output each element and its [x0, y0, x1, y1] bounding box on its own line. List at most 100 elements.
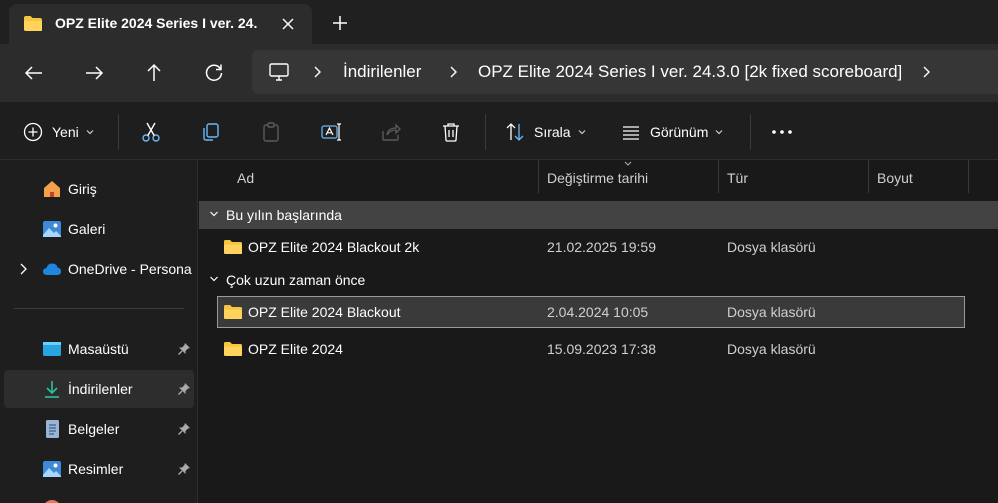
sort-chevron-icon	[623, 160, 633, 168]
sidebar-item-partial[interactable]	[4, 490, 194, 503]
sidebar-item-downloads[interactable]: İndirilenler	[4, 370, 194, 408]
column-header-type[interactable]: Tür	[719, 160, 869, 194]
cloud-icon	[42, 259, 62, 279]
column-header-date[interactable]: Değiştirme tarihi	[539, 160, 719, 194]
cut-button[interactable]	[140, 120, 162, 144]
new-tab-icon[interactable]	[329, 12, 351, 34]
sidebar-item-gallery[interactable]: Galeri	[4, 210, 194, 248]
computer-icon[interactable]	[268, 62, 290, 82]
tab-current-folder[interactable]: OPZ Elite 2024 Series I ver. 24.	[9, 4, 312, 44]
scissors-icon	[140, 121, 162, 143]
file-name: OPZ Elite 2024 Blackout 2k	[248, 239, 420, 255]
list-view-icon	[620, 121, 642, 143]
pin-icon[interactable]	[177, 342, 191, 356]
file-row-selected[interactable]: OPZ Elite 2024 Blackout 2.04.2024 10:05 …	[217, 296, 965, 328]
file-list: Ad Değiştirme tarihi Tür Boyut Bu yılın …	[199, 160, 998, 503]
file-type: Dosya klasörü	[727, 341, 816, 357]
document-icon	[42, 419, 62, 439]
rename-icon	[320, 121, 342, 143]
more-dots-icon	[770, 121, 794, 143]
column-label: Ad	[237, 170, 255, 186]
file-row[interactable]: OPZ Elite 2024 Blackout 2k 21.02.2025 19…	[217, 231, 965, 263]
sidebar-item-documents[interactable]: Belgeler	[4, 410, 194, 448]
sidebar-item-label: Galeri	[68, 221, 106, 237]
view-button-label: Görünüm	[650, 124, 709, 140]
sort-button[interactable]: Sırala	[504, 120, 587, 144]
sidebar-item-label: OneDrive - Persona	[68, 261, 192, 277]
download-icon	[42, 379, 62, 399]
back-arrow-icon[interactable]	[22, 61, 46, 85]
sidebar-item-label: Masaüstü	[68, 341, 129, 357]
copy-button[interactable]	[200, 120, 222, 144]
new-button-label: Yeni	[52, 124, 79, 140]
folder-icon	[223, 341, 243, 357]
new-button[interactable]: Yeni	[22, 120, 95, 144]
clipboard-icon	[260, 121, 282, 143]
group-label: Bu yılın başlarında	[226, 207, 342, 223]
sidebar-item-label: Belgeler	[68, 421, 120, 437]
sidebar-divider	[14, 308, 184, 309]
sort-button-label: Sırala	[534, 124, 571, 140]
sidebar-item-label: Resimler	[68, 461, 124, 477]
home-icon	[42, 179, 62, 199]
folder-icon	[223, 239, 243, 255]
address-bar[interactable]: İndirilenler OPZ Elite 2024 Series I ver…	[252, 50, 998, 94]
command-bar: Yeni Sırala Görünüm	[0, 102, 998, 160]
up-arrow-icon[interactable]	[142, 61, 166, 85]
breadcrumb-current-folder[interactable]: OPZ Elite 2024 Series I ver. 24.3.0 [2k …	[478, 62, 902, 82]
file-name: OPZ Elite 2024 Blackout	[248, 304, 401, 320]
navigation-bar: İndirilenler OPZ Elite 2024 Series I ver…	[0, 44, 998, 102]
sidebar-item-pictures[interactable]: Resimler	[4, 450, 194, 488]
column-label: Değiştirme tarihi	[547, 170, 649, 186]
breadcrumb-downloads[interactable]: İndirilenler	[343, 62, 421, 82]
sidebar-item-label: Giriş	[68, 181, 97, 197]
navigation-pane: Giriş Galeri OneDrive - Persona Masaüstü…	[0, 160, 198, 503]
folder-icon	[23, 15, 43, 32]
pin-icon[interactable]	[177, 422, 191, 436]
more-options-button[interactable]	[770, 120, 794, 144]
chevron-down-icon	[577, 127, 587, 137]
group-header-long-ago[interactable]: Çok uzun zaman önce	[199, 266, 998, 294]
rename-button[interactable]	[320, 120, 342, 144]
toolbar-divider	[118, 114, 119, 150]
refresh-icon[interactable]	[202, 61, 226, 85]
sidebar-item-home[interactable]: Giriş	[4, 170, 194, 208]
group-header-earlier-this-year[interactable]: Bu yılın başlarında	[199, 201, 998, 229]
file-date: 2.04.2024 10:05	[547, 304, 649, 320]
file-row[interactable]: OPZ Elite 2024 15.09.2023 17:38 Dosya kl…	[217, 333, 965, 365]
file-date: 21.02.2025 19:59	[547, 239, 656, 255]
share-button[interactable]	[380, 120, 402, 144]
file-type: Dosya klasörü	[727, 304, 816, 320]
desktop-icon	[42, 339, 62, 359]
paste-button[interactable]	[260, 120, 282, 144]
forward-arrow-icon[interactable]	[82, 61, 106, 85]
file-name: OPZ Elite 2024	[248, 341, 343, 357]
column-divider[interactable]	[968, 160, 969, 193]
plus-circle-icon	[22, 121, 44, 143]
pictures-icon	[42, 459, 62, 479]
folder-icon	[223, 304, 243, 320]
chevron-down-icon	[209, 210, 219, 218]
column-header-size[interactable]: Boyut	[869, 160, 969, 194]
sidebar-item-desktop[interactable]: Masaüstü	[4, 330, 194, 368]
chevron-right-icon[interactable]	[919, 65, 933, 79]
chevron-right-icon[interactable]	[310, 65, 324, 79]
chevron-down-icon	[85, 127, 95, 137]
delete-button[interactable]	[440, 120, 462, 144]
pin-icon[interactable]	[177, 382, 191, 396]
copy-icon	[200, 121, 222, 143]
chevron-down-icon	[714, 127, 724, 137]
chevron-right-icon[interactable]	[446, 65, 460, 79]
tab-bar: OPZ Elite 2024 Series I ver. 24.	[0, 0, 998, 44]
sort-arrows-icon	[504, 121, 526, 143]
sidebar-item-onedrive[interactable]: OneDrive - Persona	[4, 250, 194, 288]
column-header-name[interactable]: Ad	[199, 160, 539, 194]
pin-icon[interactable]	[177, 462, 191, 476]
tab-title: OPZ Elite 2024 Series I ver. 24.	[55, 15, 258, 31]
close-tab-icon[interactable]	[278, 14, 298, 34]
gallery-icon	[42, 219, 62, 239]
chevron-right-icon[interactable]	[18, 263, 28, 275]
chevron-down-icon	[209, 275, 219, 283]
view-button[interactable]: Görünüm	[620, 120, 724, 144]
toolbar-divider	[750, 114, 751, 150]
